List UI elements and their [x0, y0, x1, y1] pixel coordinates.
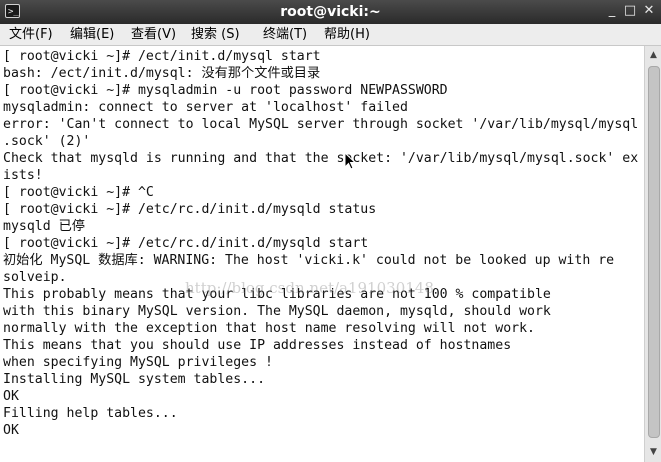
terminal-line: when specifying MySQL privileges ! [3, 355, 273, 370]
terminal-line: Filling help tables... [3, 406, 178, 421]
minimize-button[interactable]: _ [604, 3, 620, 19]
terminal-line: mysqladmin: connect to server at 'localh… [3, 100, 408, 115]
terminal-line: .sock' (2)' [3, 134, 91, 149]
menu-edit[interactable]: 编辑(E) [70, 24, 114, 45]
terminal-output[interactable]: [ root@vicki ~]# /ect/init.d/mysql start… [0, 46, 644, 462]
terminal-line: [ root@vicki ~]# /etc/rc.d/init.d/mysqld… [3, 202, 377, 217]
menu-view[interactable]: 查看(V) [131, 24, 176, 45]
terminal-line: Check that mysqld is running and that th… [3, 151, 639, 166]
terminal-line: mysqld 已停 [3, 219, 85, 234]
menu-file[interactable]: 文件(F) [9, 24, 53, 45]
terminal-line: Installing MySQL system tables... [3, 372, 266, 387]
maximize-button[interactable]: □ [622, 3, 638, 19]
menu-terminal[interactable]: 终端(T) [263, 24, 307, 45]
terminal-line: This means that you should use IP addres… [3, 338, 512, 353]
terminal-window: >_ root@vicki:~ _ □ ✕ 文件(F) 编辑(E) 查看(V) … [0, 0, 661, 462]
scrollbar-thumb[interactable] [648, 66, 660, 438]
terminal-line: bash: /ect/init.d/mysql: 没有那个文件或目录 [3, 66, 321, 81]
mouse-pointer-icon [344, 152, 356, 170]
vertical-scrollbar[interactable]: ▲ ▼ [644, 46, 661, 462]
terminal-line: [ root@vicki ~]# mysqladmin -u root pass… [3, 83, 448, 98]
terminal-line: OK [3, 389, 19, 404]
title-bar[interactable]: >_ root@vicki:~ _ □ ✕ [0, 0, 661, 24]
terminal-line: error: 'Can't connect to local MySQL ser… [3, 117, 639, 132]
terminal-line: [ root@vicki ~]# ^C [3, 185, 154, 200]
terminal-line: with this binary MySQL version. The MySQ… [3, 304, 551, 319]
terminal-line: OK [3, 423, 19, 438]
arrow-up-icon[interactable]: ▲ [645, 48, 661, 62]
menu-bar: 文件(F) 编辑(E) 查看(V) 搜索 (S) 终端(T) 帮助(H) [0, 24, 661, 46]
menu-help[interactable]: 帮助(H) [324, 24, 370, 45]
terminal-line: [ root@vicki ~]# /etc/rc.d/init.d/mysqld… [3, 236, 369, 251]
terminal-line: [ root@vicki ~]# /ect/init.d/mysql start [3, 49, 321, 64]
terminal-line: ists! [3, 168, 43, 183]
blog-watermark: http://blog.csdn.net/a191030148 [185, 279, 434, 297]
terminal-line: 初始化 MySQL 数据库: WARNING: The host 'vicki.… [3, 253, 615, 268]
terminal-line: normally with the exception that host na… [3, 321, 535, 336]
arrow-down-icon[interactable]: ▼ [645, 445, 661, 459]
menu-search[interactable]: 搜索 (S) [191, 24, 240, 45]
close-button[interactable]: ✕ [641, 3, 657, 19]
terminal-line: solveip. [3, 270, 67, 285]
window-title: root@vicki:~ [280, 4, 381, 20]
